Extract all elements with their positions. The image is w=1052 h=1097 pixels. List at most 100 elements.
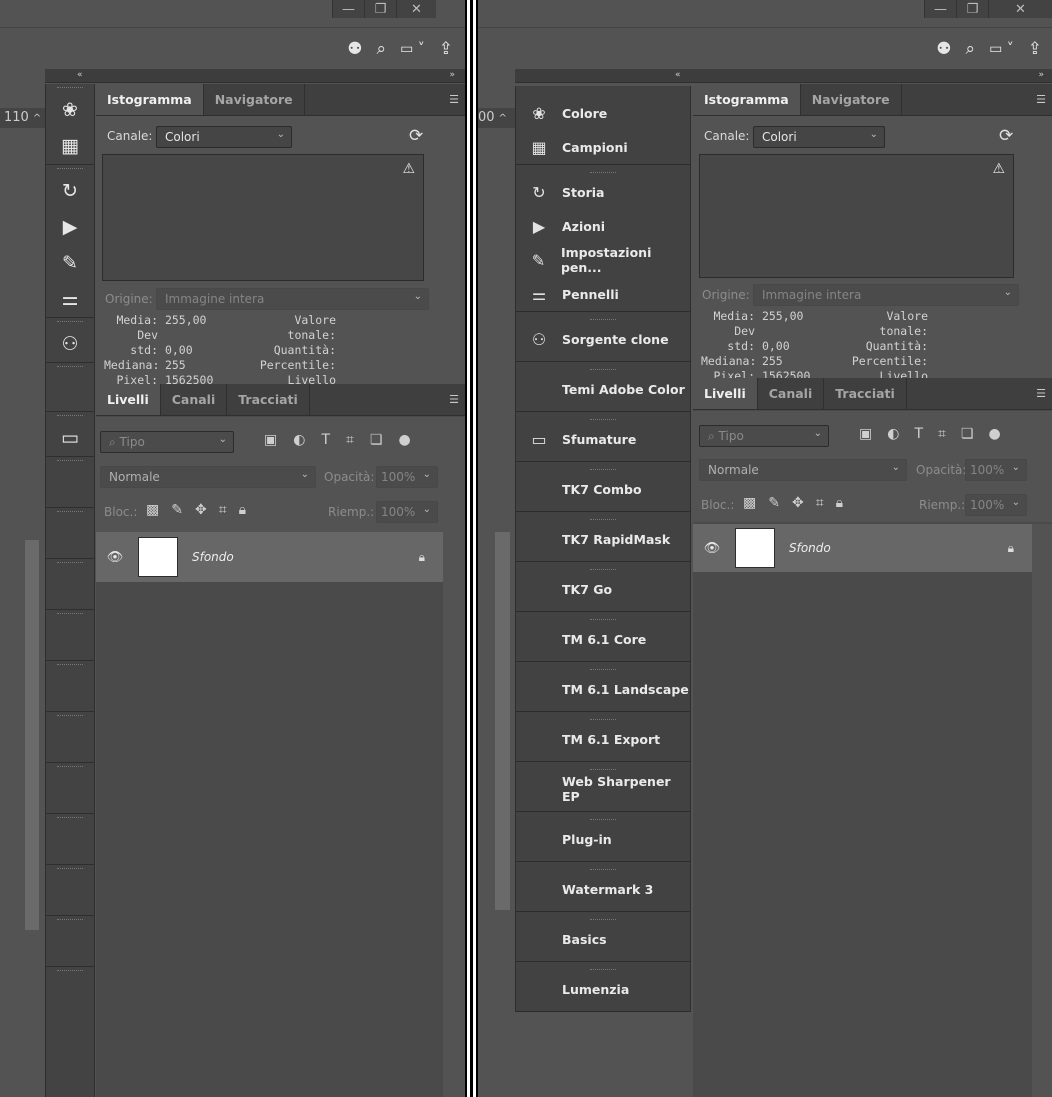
panel-menu-icon[interactable]: ☰ [449,393,459,406]
lock-transparency-icon[interactable]: ▩ [146,502,159,518]
dock-item[interactable]: TM 6.1 Landscape [516,672,690,706]
user-search-icon[interactable]: ⚉ [936,39,951,59]
lock-position-icon[interactable]: ✥ [195,502,207,518]
panel-menu-icon[interactable]: ☰ [449,93,459,106]
vertical-scrollbar[interactable] [495,532,510,910]
channel-select[interactable]: Colori ⌄ [753,126,885,148]
source-select[interactable]: Immagine intera ⌄ [753,284,1019,306]
panel-menu-icon[interactable]: ☰ [1036,387,1046,400]
warning-icon[interactable]: ⚠ [992,161,1005,177]
tab-channels[interactable]: Canali [161,384,228,415]
dock-item[interactable]: ▭ Sfumature [516,422,690,456]
refresh-icon[interactable]: ⟳ [409,126,423,146]
dock-item[interactable]: ↻ Storia [516,175,690,209]
layers-scrollbar[interactable] [443,532,465,1097]
tab-histogram[interactable]: Istogramma [96,84,204,115]
search-icon[interactable]: ⌕ [377,39,387,59]
type-filter-icon[interactable]: T [321,432,330,448]
blend-mode-select[interactable]: Normale ⌄ [699,459,907,481]
lock-all-icon[interactable]: 🔒︎ [836,495,843,511]
dock-item[interactable]: TK7 Combo [516,472,690,506]
type-filter-icon[interactable]: T [914,426,923,442]
layers-scrollbar[interactable] [1032,524,1052,1097]
filter-select[interactable]: ⌕ Tipo ⌄ [100,431,234,453]
dock-item[interactable]: ⚇ Sorgente clone [516,322,690,356]
blend-mode-select[interactable]: Normale ⌄ [100,466,316,488]
fill-input[interactable]: 100% ⌄ [965,494,1027,516]
panel-menu-icon[interactable]: ☰ [1036,93,1046,106]
collapse-bar[interactable]: « » [45,69,465,83]
collapse-bar[interactable]: « » [515,69,1052,83]
swatches-icon[interactable]: ▦ [46,128,94,164]
filter-toggle-icon[interactable]: ● [988,426,1000,442]
dock-item[interactable]: Temi Adobe Color [516,372,690,406]
warning-icon[interactable]: ⚠ [402,161,415,177]
lock-paint-icon[interactable]: ✎ [768,495,780,511]
lock-paint-icon[interactable]: ✎ [171,502,183,518]
dock-item[interactable]: Basics [516,922,690,956]
layer-row[interactable]: 👁︎ Sfondo 🔒︎ [96,532,443,582]
dock-item[interactable]: TM 6.1 Core [516,622,690,656]
minimize-button[interactable]: — [924,0,956,18]
fill-input[interactable]: 100% ⌄ [376,501,438,523]
workspace-icon[interactable]: ▭ ˅ [989,41,1014,57]
filter-select[interactable]: ⌕ Tipo ⌄ [699,425,829,447]
filter-toggle-icon[interactable]: ● [398,432,410,448]
dock-item[interactable]: ❀ Colore [516,96,690,130]
smart-object-filter-icon[interactable]: ❏ [370,432,383,448]
search-icon[interactable]: ⌕ [966,39,976,59]
close-button[interactable]: ✕ [396,0,436,18]
brushes-icon[interactable]: ⚌ [46,281,94,317]
opacity-input[interactable]: 100% ⌄ [376,466,438,488]
expand-right-icon[interactable]: » [449,69,455,82]
color-icon[interactable]: ❀ [46,92,94,128]
tab-paths[interactable]: Tracciati [824,378,907,409]
clone-source-icon[interactable]: ⚇ [46,326,94,362]
dock-item[interactable]: TM 6.1 Export [516,722,690,756]
history-icon[interactable]: ↻ [46,173,94,209]
workspace-icon[interactable]: ▭ ˅ [400,41,425,57]
lock-all-icon[interactable]: 🔒︎ [239,502,246,518]
lock-artboard-icon[interactable]: ⌗ [816,495,824,511]
visibility-eye-icon[interactable]: 👁︎ [96,550,134,565]
opacity-input[interactable]: 100% ⌄ [965,459,1027,481]
dock-item[interactable]: ⚌ Pennelli [516,277,690,311]
dock-item[interactable]: TK7 RapidMask [516,522,690,556]
dock-item[interactable]: ✎ Impostazioni pen... [516,243,690,277]
lock-transparency-icon[interactable]: ▩ [743,495,756,511]
shape-filter-icon[interactable]: ⌗ [938,426,946,442]
smart-object-filter-icon[interactable]: ❏ [961,426,974,442]
adjustment-filter-icon[interactable]: ◐ [887,426,899,442]
brush-settings-icon[interactable]: ✎ [46,245,94,281]
dock-item[interactable]: ▶ Azioni [516,209,690,243]
expand-right-icon[interactable]: » [1038,69,1044,82]
minimize-button[interactable]: — [332,0,364,18]
vertical-scrollbar[interactable] [25,540,39,930]
share-icon[interactable]: ⇪ [439,39,453,59]
restore-button[interactable]: ❐ [956,0,988,18]
restore-button[interactable]: ❐ [364,0,396,18]
shape-filter-icon[interactable]: ⌗ [346,432,354,448]
channel-select[interactable]: Colori ⌄ [156,126,292,148]
collapse-left-icon[interactable]: « [675,69,681,82]
tab-layers[interactable]: Livelli [96,384,161,415]
tab-histogram[interactable]: Istogramma [693,84,801,115]
share-icon[interactable]: ⇪ [1028,39,1042,59]
layer-row[interactable]: 👁︎ Sfondo 🔒︎ [693,524,1032,572]
close-button[interactable]: ✕ [988,0,1052,18]
dock-item[interactable]: Lumenzia [516,972,690,1006]
visibility-eye-icon[interactable]: 👁︎ [693,541,731,556]
tab-channels[interactable]: Canali [758,378,825,409]
image-filter-icon[interactable]: ▣ [264,432,277,448]
lock-position-icon[interactable]: ✥ [792,495,804,511]
lock-artboard-icon[interactable]: ⌗ [219,502,227,518]
actions-icon[interactable]: ▶ [46,209,94,245]
user-search-icon[interactable]: ⚉ [347,39,362,59]
source-select[interactable]: Immagine intera ⌄ [156,288,429,310]
tab-paths[interactable]: Tracciati [227,384,310,415]
tab-navigator[interactable]: Navigatore [204,84,305,115]
gradients-icon[interactable]: ▭ [46,420,94,456]
tab-navigator[interactable]: Navigatore [801,84,902,115]
tab-layers[interactable]: Livelli [693,378,758,409]
dock-item[interactable]: Watermark 3 [516,872,690,906]
